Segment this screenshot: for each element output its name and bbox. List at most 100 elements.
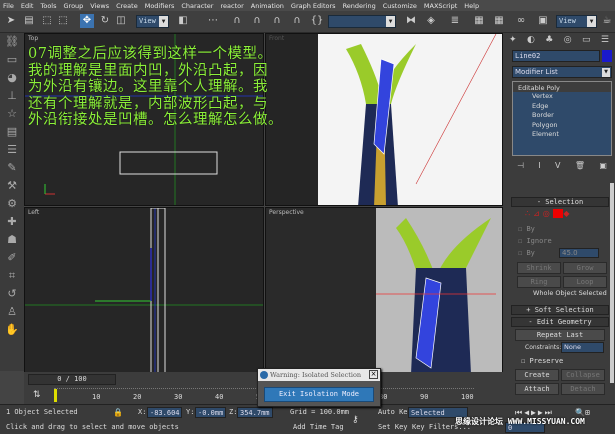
preserve-uvs-checkbox[interactable]: ☐ Preserve — [521, 357, 563, 365]
stack-item-edge[interactable]: Edge — [513, 102, 611, 112]
align-icon[interactable]: ◈ — [424, 14, 438, 28]
viewport-perspective[interactable]: Perspective — [265, 207, 503, 373]
stack-item-vertex[interactable]: Vertex — [513, 92, 611, 102]
snap-icon[interactable]: ⋯ — [206, 14, 220, 28]
paint-icon[interactable]: ✐ — [0, 249, 24, 267]
hand-icon[interactable]: ✋ — [0, 321, 24, 339]
percent-snap-icon[interactable]: ∩ — [250, 14, 264, 28]
command-panel-scrollbar[interactable] — [610, 183, 614, 383]
motion-tab-icon[interactable]: ◎ — [564, 35, 572, 45]
teapot-icon[interactable]: ☗ — [0, 231, 24, 249]
select-icon[interactable]: ➤ — [4, 14, 18, 28]
make-unique-icon[interactable]: V — [555, 161, 560, 170]
create-button[interactable]: Create — [515, 369, 559, 381]
menu-modifiers[interactable]: Modifiers — [145, 2, 175, 10]
ring-button[interactable]: Ring — [517, 276, 561, 288]
pin-stack-icon[interactable]: ⊣ — [517, 161, 524, 170]
grow-button[interactable]: Grow — [563, 262, 607, 274]
attach-button[interactable]: Attach — [515, 383, 559, 395]
utilities-tab-icon[interactable]: ☰ — [601, 35, 609, 45]
region-select-icon[interactable]: ⬚ — [40, 14, 54, 28]
display-tab-icon[interactable]: ▭ — [582, 35, 591, 45]
menu-help[interactable]: Help — [464, 2, 479, 10]
configure-modifier-icon[interactable]: ▣ — [599, 161, 607, 170]
move-icon[interactable]: ✥ — [80, 14, 94, 28]
menu-tools[interactable]: Tools — [40, 2, 56, 10]
dialog-titlebar[interactable]: Warning: Isolated Selection × — [258, 369, 380, 381]
show-end-result-icon[interactable]: Ⅰ — [538, 161, 540, 170]
by-vertex-checkbox[interactable]: ☐ By — [518, 225, 535, 233]
brush-icon[interactable]: ✎ — [0, 159, 24, 177]
unlink-icon[interactable]: ▭ — [0, 51, 24, 69]
grid-icon[interactable]: ⌗ — [0, 267, 24, 285]
menu-group[interactable]: Group — [64, 2, 84, 10]
close-icon[interactable]: × — [369, 370, 378, 379]
stack-item-element[interactable]: Element — [513, 130, 611, 140]
menu-maxscript[interactable]: MAXScript — [424, 2, 457, 10]
menu-file[interactable]: File — [3, 2, 14, 10]
schematic-icon[interactable]: ▦ — [492, 14, 506, 28]
pivot-icon[interactable]: ◧ — [176, 14, 190, 28]
menu-create[interactable]: Create — [116, 2, 138, 10]
stack-item-polygon[interactable]: Polygon — [513, 121, 611, 131]
menu-customize[interactable]: Customize — [383, 2, 417, 10]
light-icon[interactable]: ⊥ — [0, 87, 24, 105]
rollout-soft-selection[interactable]: + Soft Selection — [511, 305, 609, 315]
menu-rendering[interactable]: Rendering — [343, 2, 376, 10]
lock-icon[interactable]: 🔒 — [113, 408, 123, 417]
link-icon[interactable]: ⛓ — [0, 33, 24, 51]
stack-item-editable-poly[interactable]: Editable Poly — [513, 82, 611, 92]
mirror-icon[interactable]: ⧓ — [404, 14, 418, 28]
by-angle-checkbox[interactable]: ☐ By — [518, 249, 535, 257]
menu-animation[interactable]: Animation — [251, 2, 284, 10]
shrink-button[interactable]: Shrink — [517, 262, 561, 274]
menu-edit[interactable]: Edit — [21, 2, 34, 10]
remove-modifier-icon[interactable]: 🗑 — [575, 161, 585, 170]
reference-coord-dropdown[interactable]: View ▼ — [136, 15, 169, 28]
loop-button[interactable]: Loop — [563, 276, 607, 288]
constraints-dropdown[interactable]: None — [561, 342, 604, 353]
subobject-level-icons[interactable]: ∴⊿◎■◆ — [525, 209, 573, 218]
create-tab-icon[interactable]: ✦ — [509, 35, 517, 45]
stack-icon[interactable]: ☰ — [0, 141, 24, 159]
menu-character[interactable]: Character — [181, 2, 213, 10]
object-name-input[interactable]: Line02 — [512, 50, 600, 62]
ignore-backfacing-checkbox[interactable]: ☐ Ignore — [518, 237, 552, 245]
quick-render-icon[interactable]: ☕ — [600, 14, 614, 28]
named-selection-dropdown[interactable]: ▼ — [328, 15, 396, 28]
render-setup-icon[interactable]: ▣ — [536, 14, 550, 28]
rollout-selection[interactable]: - Selection — [511, 197, 609, 207]
window-crossing-icon[interactable]: ⬚ — [56, 14, 70, 28]
window-icon[interactable]: ▤ — [0, 123, 24, 141]
select-by-name-icon[interactable]: ▤ — [22, 14, 36, 28]
scale-icon[interactable]: ◫ — [114, 14, 128, 28]
angle-snap-icon[interactable]: ∩ — [230, 14, 244, 28]
rollout-edit-geometry[interactable]: - Edit Geometry — [511, 317, 609, 327]
collapse-button[interactable]: Collapse — [561, 369, 605, 381]
object-color-swatch[interactable] — [602, 50, 612, 62]
auto-key-button[interactable]: Auto Key — [378, 408, 412, 416]
modifier-list-dropdown[interactable]: Modifier List ▼ — [512, 66, 612, 78]
hierarchy-tab-icon[interactable]: ♣ — [545, 35, 553, 45]
rotate-view-icon[interactable]: ↺ — [0, 285, 24, 303]
key-icon[interactable]: ⚷ — [352, 415, 359, 425]
stack-item-border[interactable]: Border — [513, 111, 611, 121]
star-icon[interactable]: ☆ — [0, 105, 24, 123]
layer-icon[interactable]: ≣ — [448, 14, 462, 28]
spinner-snap-icon[interactable]: ∩ — [270, 14, 284, 28]
detach-button[interactable]: Detach — [561, 383, 605, 395]
menu-views[interactable]: Views — [90, 2, 109, 10]
angle-input[interactable]: 45.0 — [559, 248, 599, 258]
repeat-last-button[interactable]: Repeat Last — [515, 329, 605, 341]
curve-editor-icon[interactable]: ▦ — [472, 14, 486, 28]
bone-icon[interactable]: ✚ — [0, 213, 24, 231]
gear-icon[interactable]: ⚙ — [0, 195, 24, 213]
menu-reactor[interactable]: reactor — [220, 2, 243, 10]
time-slider[interactable]: 0 / 100 — [28, 374, 116, 385]
add-time-tag[interactable]: Add Time Tag — [293, 423, 344, 431]
edit-named-sel-icon[interactable]: ∩ — [290, 14, 304, 28]
z-coordinate-input[interactable]: 354.7mm — [237, 407, 273, 418]
modify-tab-icon[interactable]: ◐ — [527, 35, 535, 45]
menu-graph-editors[interactable]: Graph Editors — [291, 2, 336, 10]
wrench-icon[interactable]: ⚒ — [0, 177, 24, 195]
